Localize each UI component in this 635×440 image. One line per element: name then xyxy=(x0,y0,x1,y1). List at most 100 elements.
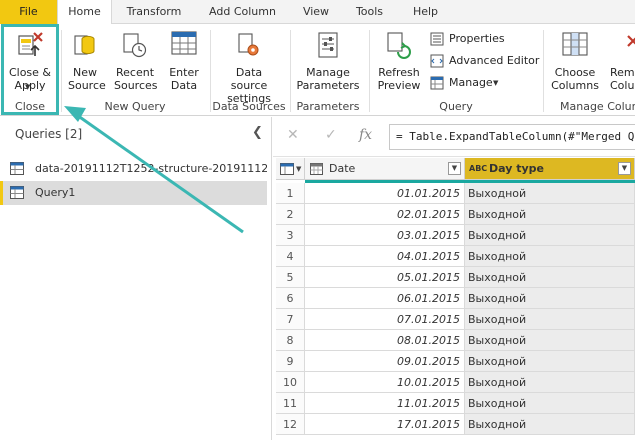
power-query-editor: File Home Transform Add Column View Tool… xyxy=(0,0,635,440)
day-type-cell[interactable]: Выходной xyxy=(465,183,635,204)
ribbon-separator xyxy=(369,30,370,112)
table-icon xyxy=(10,186,24,199)
table-row[interactable]: 9 09.01.2015 Выходной xyxy=(276,351,635,372)
query-item-data[interactable]: data-20191112T1252-structure-20191112... xyxy=(0,157,267,181)
table-row[interactable]: 6 06.01.2015 Выходной xyxy=(276,288,635,309)
date-cell[interactable]: 03.01.2015 xyxy=(305,225,465,246)
recent-sources-button[interactable]: Recent Sources xyxy=(110,24,160,98)
day-type-cell[interactable]: Выходной xyxy=(465,393,635,414)
day-type-cell[interactable]: Выходной xyxy=(465,351,635,372)
day-type-cell[interactable]: Выходной xyxy=(465,414,635,435)
date-cell[interactable]: 17.01.2015 xyxy=(305,414,465,435)
row-number[interactable]: 7 xyxy=(276,309,305,330)
table-grid-icon xyxy=(171,30,197,59)
properties-label: Properties xyxy=(449,32,505,45)
table-row[interactable]: 5 05.01.2015 Выходной xyxy=(276,267,635,288)
manage-parameters-label: Manage Parameters xyxy=(296,66,360,92)
date-cell[interactable]: 08.01.2015 xyxy=(305,330,465,351)
tab-home[interactable]: Home xyxy=(57,0,112,25)
row-number[interactable]: 3 xyxy=(276,225,305,246)
formula-bar: ✕ ✓ fx = Table.ExpandTableColumn(#"Merge… xyxy=(273,117,635,157)
grid-corner[interactable]: ▼ xyxy=(276,158,305,180)
column-header-date[interactable]: Date ▼ xyxy=(305,158,465,180)
function-fx-icon[interactable]: fx xyxy=(359,127,372,143)
date-cell[interactable]: 06.01.2015 xyxy=(305,288,465,309)
remove-columns-button[interactable]: Remove Columns xyxy=(606,24,635,98)
tab-transform[interactable]: Transform xyxy=(118,0,190,24)
query-item-query1[interactable]: Query1 xyxy=(0,181,267,205)
tab-file[interactable]: File xyxy=(0,0,57,24)
day-type-cell[interactable]: Выходной xyxy=(465,267,635,288)
data-source-settings-button[interactable]: Data source settings xyxy=(212,24,286,105)
table-row[interactable]: 1 01.01.2015 Выходной xyxy=(276,183,635,204)
tab-help[interactable]: Help xyxy=(403,0,448,24)
new-source-button[interactable]: New Source xyxy=(62,24,108,98)
tab-tools[interactable]: Tools xyxy=(347,0,392,24)
date-cell[interactable]: 01.01.2015 xyxy=(305,183,465,204)
day-type-cell[interactable]: Выходной xyxy=(465,330,635,351)
table-row[interactable]: 3 03.01.2015 Выходной xyxy=(276,225,635,246)
commit-formula-icon[interactable]: ✓ xyxy=(325,127,337,143)
tab-add-column[interactable]: Add Column xyxy=(200,0,285,24)
close-highlight-frame xyxy=(1,24,59,115)
filter-dropdown-icon[interactable]: ▼ xyxy=(448,162,461,175)
remove-columns-icon xyxy=(624,30,635,61)
group-label-parameters: Parameters xyxy=(296,100,360,113)
row-number[interactable]: 4 xyxy=(276,246,305,267)
new-source-label: New Source xyxy=(68,66,106,92)
table-row[interactable]: 8 08.01.2015 Выходной xyxy=(276,330,635,351)
table-icon xyxy=(10,162,24,175)
day-type-cell[interactable]: Выходной xyxy=(465,288,635,309)
date-cell[interactable]: 04.01.2015 xyxy=(305,246,465,267)
row-number[interactable]: 12 xyxy=(276,414,305,435)
properties-icon xyxy=(430,32,444,46)
choose-columns-icon xyxy=(561,30,589,61)
table-row[interactable]: 12 17.01.2015 Выходной xyxy=(276,414,635,435)
date-cell[interactable]: 11.01.2015 xyxy=(305,393,465,414)
manage-parameters-button[interactable]: Manage Parameters xyxy=(292,24,364,98)
row-number[interactable]: 2 xyxy=(276,204,305,225)
table-row[interactable]: 7 07.01.2015 Выходной xyxy=(276,309,635,330)
group-label-manage-columns: Manage Columns xyxy=(560,100,635,113)
row-number[interactable]: 9 xyxy=(276,351,305,372)
date-cell[interactable]: 10.01.2015 xyxy=(305,372,465,393)
row-number[interactable]: 6 xyxy=(276,288,305,309)
day-type-cell[interactable]: Выходной xyxy=(465,204,635,225)
group-label-new-query: New Query xyxy=(104,100,166,113)
tab-view[interactable]: View xyxy=(296,0,336,24)
day-type-cell[interactable]: Выходной xyxy=(465,246,635,267)
date-cell[interactable]: 07.01.2015 xyxy=(305,309,465,330)
row-number[interactable]: 5 xyxy=(276,267,305,288)
column-header-day-type[interactable]: ABC Day type ▼ xyxy=(465,158,635,180)
table-row[interactable]: 10 10.01.2015 Выходной xyxy=(276,372,635,393)
manage-label: Manage xyxy=(449,76,493,89)
day-type-cell[interactable]: Выходной xyxy=(465,372,635,393)
manage-icon xyxy=(430,76,444,90)
enter-data-button[interactable]: Enter Data xyxy=(162,24,206,98)
table-row[interactable]: 2 02.01.2015 Выходной xyxy=(276,204,635,225)
recent-sources-label: Recent Sources xyxy=(114,66,158,92)
cancel-formula-icon[interactable]: ✕ xyxy=(287,127,299,143)
remove-columns-label: Remove Columns xyxy=(610,66,635,92)
date-cell[interactable]: 05.01.2015 xyxy=(305,267,465,288)
choose-columns-button[interactable]: Choose Columns xyxy=(546,24,604,98)
calendar-type-icon xyxy=(310,163,323,175)
collapse-chevron-icon[interactable]: ❮ xyxy=(252,125,263,140)
filter-dropdown-icon[interactable]: ▼ xyxy=(618,162,631,175)
chevron-down-icon: ▼ xyxy=(493,79,499,87)
refresh-preview-button[interactable]: Refresh Preview xyxy=(372,24,426,98)
table-row[interactable]: 11 11.01.2015 Выходной xyxy=(276,393,635,414)
ribbon: Close & Apply ▼ Close New Source Recent … xyxy=(0,24,635,116)
row-number[interactable]: 8 xyxy=(276,330,305,351)
row-number[interactable]: 10 xyxy=(276,372,305,393)
day-type-cell[interactable]: Выходной xyxy=(465,309,635,330)
query-item-label: data-20191112T1252-structure-20191112... xyxy=(35,162,267,175)
row-number[interactable]: 11 xyxy=(276,393,305,414)
formula-input[interactable]: = Table.ExpandTableColumn(#"Merged Queri… xyxy=(389,124,635,150)
day-type-cell[interactable]: Выходной xyxy=(465,225,635,246)
row-number[interactable]: 1 xyxy=(276,183,305,204)
date-cell[interactable]: 02.01.2015 xyxy=(305,204,465,225)
date-cell[interactable]: 09.01.2015 xyxy=(305,351,465,372)
table-menu-icon xyxy=(280,163,294,175)
table-row[interactable]: 4 04.01.2015 Выходной xyxy=(276,246,635,267)
